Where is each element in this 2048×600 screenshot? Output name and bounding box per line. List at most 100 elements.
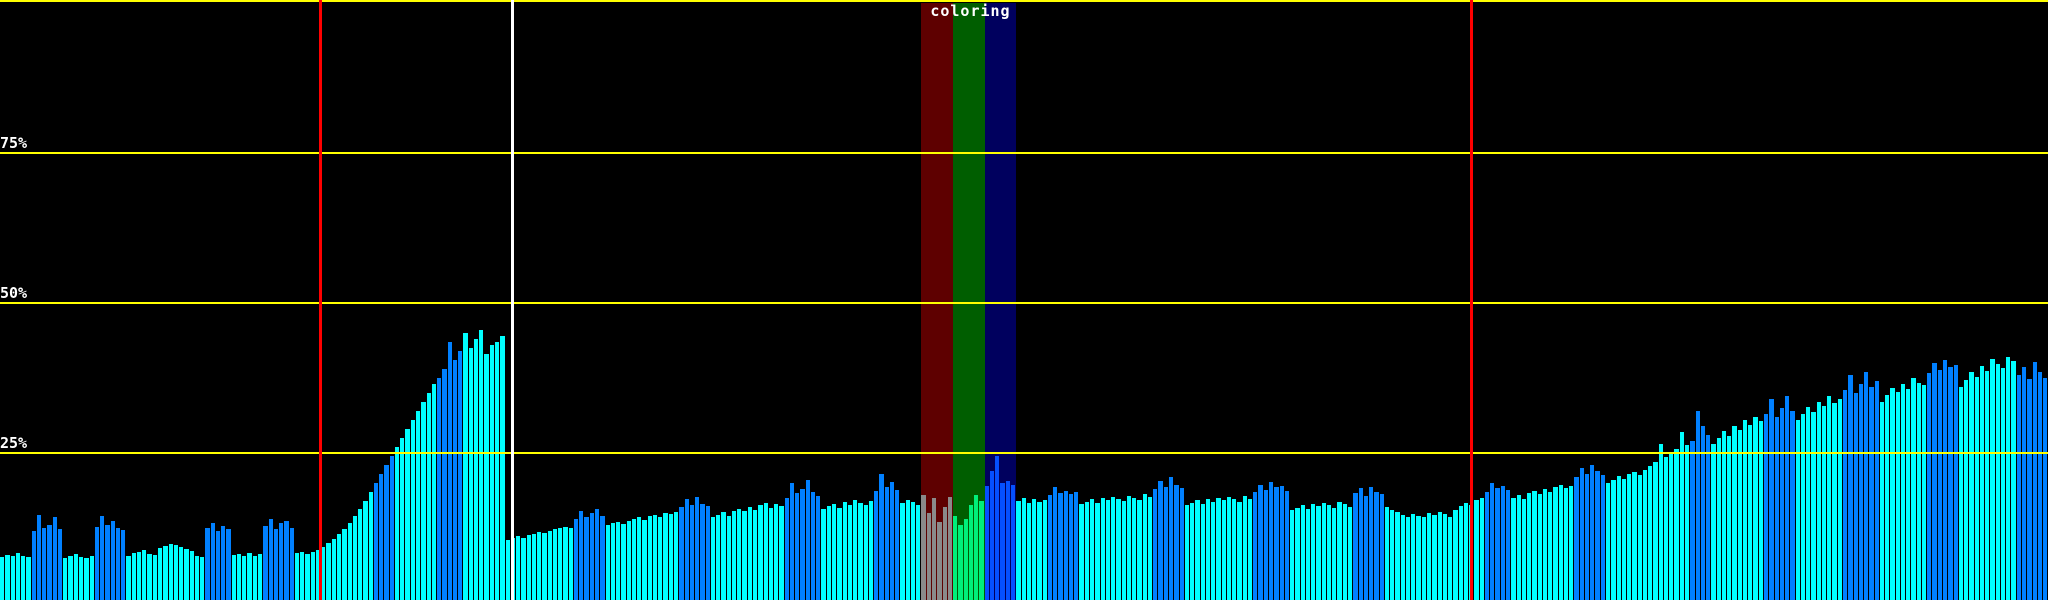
bar: [21, 555, 26, 600]
bar: [1732, 426, 1737, 600]
bar: [1627, 474, 1632, 600]
bar: [789, 483, 795, 600]
bar: [1779, 408, 1785, 600]
bar: [1358, 488, 1363, 600]
bar: [874, 490, 879, 600]
bar: [984, 486, 989, 600]
bar: [179, 547, 184, 600]
bar: [1332, 508, 1337, 600]
bar: [31, 531, 36, 600]
bar: [679, 507, 684, 600]
bar: [989, 471, 995, 600]
bar: [221, 526, 226, 600]
bar: [384, 465, 389, 600]
bar: [821, 508, 826, 600]
bar: [1737, 429, 1742, 600]
bar: [916, 505, 921, 600]
bar: [1011, 484, 1016, 600]
bar: [426, 393, 431, 600]
bar: [473, 339, 479, 600]
bar: [136, 552, 142, 600]
bar: [1943, 360, 1948, 600]
bar: [537, 532, 542, 600]
bar: [1042, 500, 1047, 600]
bar: [1695, 411, 1700, 600]
bar: [1690, 441, 1695, 600]
bar: [573, 519, 579, 600]
bar: [1121, 501, 1126, 600]
bar: [1879, 402, 1885, 600]
bar: [1653, 462, 1658, 600]
bar: [1648, 465, 1653, 600]
bar: [279, 522, 284, 600]
bar: [194, 556, 200, 600]
bar: [974, 495, 979, 600]
bar: [631, 519, 637, 600]
bar: [816, 495, 821, 600]
bar: [484, 354, 489, 600]
bar: [458, 351, 463, 600]
bar: [1716, 438, 1721, 600]
bar: [52, 517, 57, 600]
bar: [695, 496, 700, 600]
coloring-label: coloring: [930, 2, 1011, 20]
bar: [626, 520, 631, 600]
bar: [689, 504, 695, 600]
bar: [1363, 495, 1369, 600]
bar: [437, 378, 442, 600]
bar: [1658, 444, 1663, 600]
bar: [1916, 382, 1921, 600]
bar: [1590, 465, 1595, 600]
bar: [226, 528, 231, 600]
bar: [1426, 513, 1432, 600]
bar: [747, 507, 752, 600]
bar: [1311, 504, 1316, 600]
bar: [15, 553, 21, 600]
bar: [1089, 499, 1095, 600]
bar: [337, 534, 342, 600]
bar: [1600, 475, 1606, 600]
bar: [921, 495, 926, 600]
bar: [1084, 501, 1089, 600]
bar: [1642, 470, 1648, 600]
bar: [1748, 424, 1753, 600]
bar: [521, 537, 526, 600]
bar: [1453, 510, 1458, 600]
bar: [926, 513, 932, 600]
bar: [1700, 426, 1706, 600]
bar: [1616, 476, 1621, 600]
bar: [1921, 385, 1927, 600]
bar: [1611, 480, 1616, 600]
bar: [1911, 378, 1916, 600]
bar: [1674, 448, 1679, 600]
bar: [2006, 357, 2011, 600]
bar: [700, 504, 705, 600]
bar: [373, 483, 379, 600]
bar: [268, 519, 273, 600]
bar: [1053, 487, 1058, 600]
bar: [937, 522, 942, 600]
bar: [1226, 496, 1232, 600]
bar: [73, 554, 78, 600]
bar: [1484, 492, 1490, 600]
bar: [1848, 375, 1853, 600]
bar: [210, 523, 215, 600]
bar: [1532, 490, 1537, 600]
bar: [810, 492, 816, 600]
bar: [1864, 372, 1869, 600]
bar: [258, 554, 263, 600]
bar: [1284, 490, 1290, 600]
bar: [1906, 388, 1911, 600]
bar: [1205, 499, 1211, 600]
bar: [1116, 498, 1121, 600]
bar: [1505, 489, 1511, 600]
bar: [1637, 475, 1642, 600]
bar: [1232, 499, 1237, 600]
bar: [879, 474, 884, 600]
bar: [368, 492, 373, 600]
bar: [310, 552, 315, 600]
bar: [1721, 430, 1727, 600]
bar: [1442, 514, 1448, 600]
bar: [321, 546, 326, 600]
bar: [126, 555, 131, 600]
